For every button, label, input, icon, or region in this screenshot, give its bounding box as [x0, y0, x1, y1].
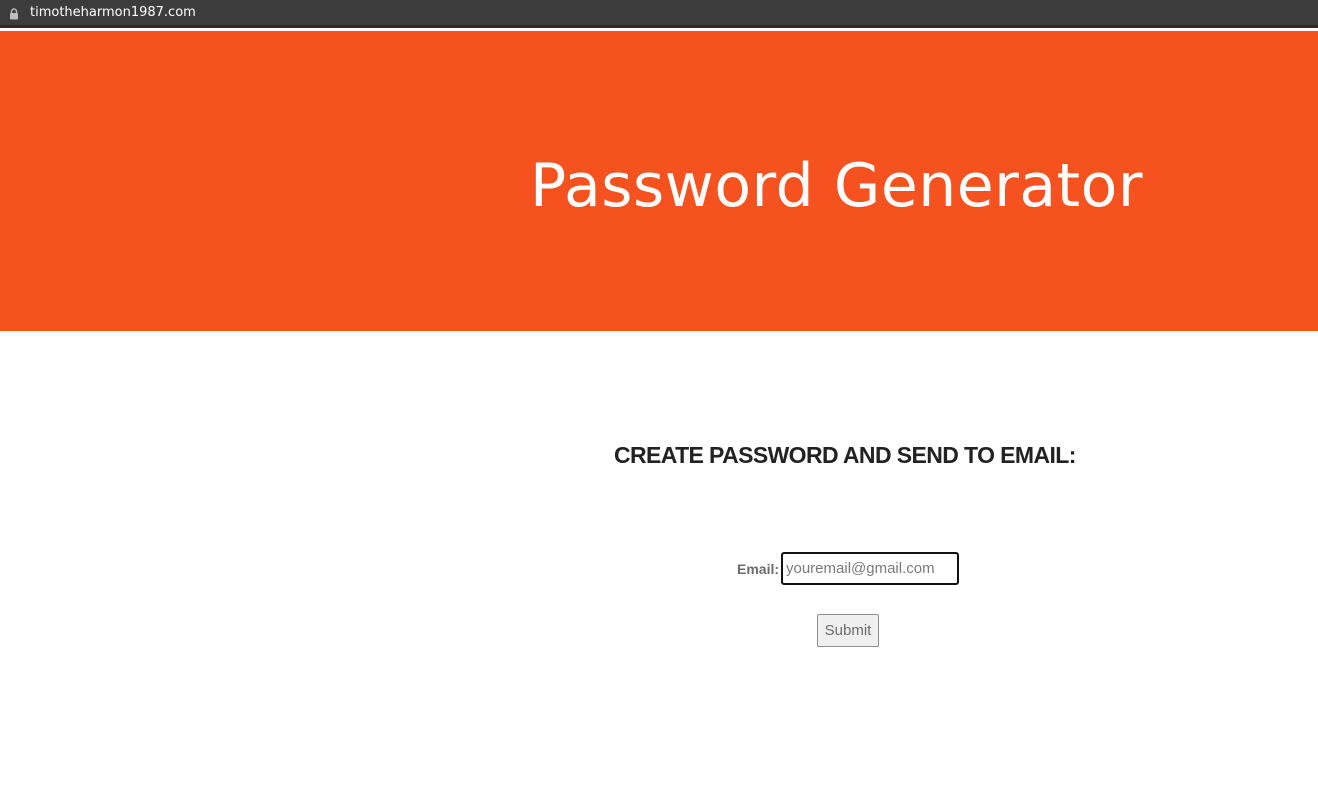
lock-icon — [9, 7, 19, 20]
form-heading: CREATE PASSWORD AND SEND TO EMAIL: — [614, 442, 1076, 468]
email-input[interactable] — [781, 552, 959, 585]
email-label: Email: — [737, 561, 780, 577]
browser-address-bar: timotheharmon1987.com — [0, 0, 1318, 28]
hero-banner: Password Generator — [0, 31, 1318, 331]
submit-button[interactable]: Submit — [817, 614, 879, 647]
url-text[interactable]: timotheharmon1987.com — [30, 5, 196, 21]
page-title: Password Generator — [530, 151, 1144, 221]
